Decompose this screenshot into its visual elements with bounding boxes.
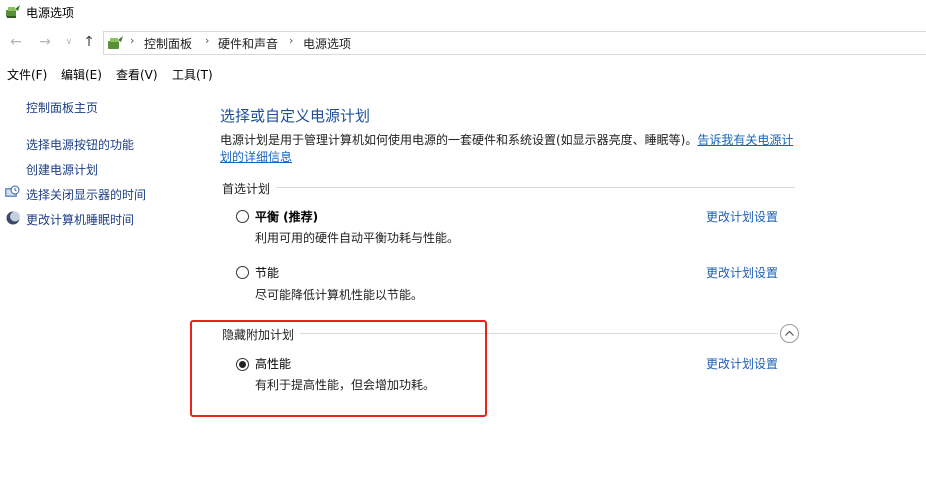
- power-saver-change-settings-link[interactable]: 更改计划设置: [706, 264, 778, 281]
- power-saver-plan-description: 尽可能降低计算机性能以节能。: [255, 288, 424, 302]
- high-performance-change-settings-link[interactable]: 更改计划设置: [706, 355, 778, 372]
- page-description: 电源计划是用于管理计算机如何使用电源的一套硬件和系统设置(如显示器亮度、睡眠等)…: [220, 132, 800, 166]
- sidebar-sleep-time-link[interactable]: 更改计算机睡眠时间: [26, 211, 134, 228]
- balanced-plan-radio[interactable]: [236, 210, 249, 223]
- menu-edit[interactable]: 编辑(E): [61, 66, 102, 83]
- balanced-plan-name[interactable]: 平衡 (推荐): [255, 208, 318, 225]
- balanced-plan-description: 利用可用的硬件自动平衡功耗与性能。: [255, 231, 460, 245]
- power-saver-plan-radio[interactable]: [236, 266, 249, 279]
- menu-bar: 文件(F) 编辑(E) 查看(V) 工具(T): [0, 62, 926, 84]
- up-arrow-icon[interactable]: ↑: [80, 33, 98, 51]
- breadcrumb-separator-icon: ›: [289, 34, 294, 47]
- sleep-moon-icon: [6, 211, 20, 225]
- breadcrumb-control-panel[interactable]: 控制面板: [144, 35, 192, 52]
- page-title: 选择或自定义电源计划: [220, 107, 371, 125]
- sidebar-display-off-link[interactable]: 选择关闭显示器的时间: [26, 186, 146, 203]
- back-arrow-icon[interactable]: ←: [7, 33, 25, 51]
- highlight-annotation-box: [190, 320, 487, 417]
- menu-view[interactable]: 查看(V): [116, 66, 158, 83]
- preferred-plans-heading: 首选计划: [222, 180, 277, 197]
- sidebar-power-button-link[interactable]: 选择电源按钮的功能: [26, 136, 134, 153]
- breadcrumb-power-options[interactable]: 电源选项: [303, 35, 351, 52]
- navigation-bar: ← → ∨ ↑ › 控制面板 › 硬件和声音 › 电源选项: [0, 31, 926, 55]
- menu-tools[interactable]: 工具(T): [172, 66, 213, 83]
- balanced-change-settings-link[interactable]: 更改计划设置: [706, 208, 778, 225]
- collapse-hidden-plans-button[interactable]: [780, 324, 799, 343]
- monitor-clock-icon: [5, 185, 20, 197]
- sidebar-create-plan-link[interactable]: 创建电源计划: [26, 161, 98, 178]
- forward-arrow-icon[interactable]: →: [36, 33, 54, 51]
- breadcrumb-separator-icon: ›: [130, 34, 135, 47]
- breadcrumb-separator-icon: ›: [205, 34, 210, 47]
- chevron-up-icon: [785, 330, 794, 336]
- menu-file[interactable]: 文件(F): [7, 66, 47, 83]
- breadcrumb-hardware-sound[interactable]: 硬件和声音: [218, 35, 278, 52]
- title-bar: 电源选项: [0, 0, 926, 26]
- preferred-group-divider: [222, 187, 795, 188]
- power-saver-plan-name[interactable]: 节能: [255, 264, 279, 281]
- window-title: 电源选项: [26, 6, 75, 20]
- power-options-icon: [6, 5, 20, 18]
- sidebar-home-link[interactable]: 控制面板主页: [26, 99, 98, 116]
- recent-locations-chevron-icon[interactable]: ∨: [60, 33, 78, 51]
- control-panel-icon: [108, 36, 123, 49]
- description-text: 电源计划是用于管理计算机如何使用电源的一套硬件和系统设置(如显示器亮度、睡眠等)…: [220, 133, 698, 147]
